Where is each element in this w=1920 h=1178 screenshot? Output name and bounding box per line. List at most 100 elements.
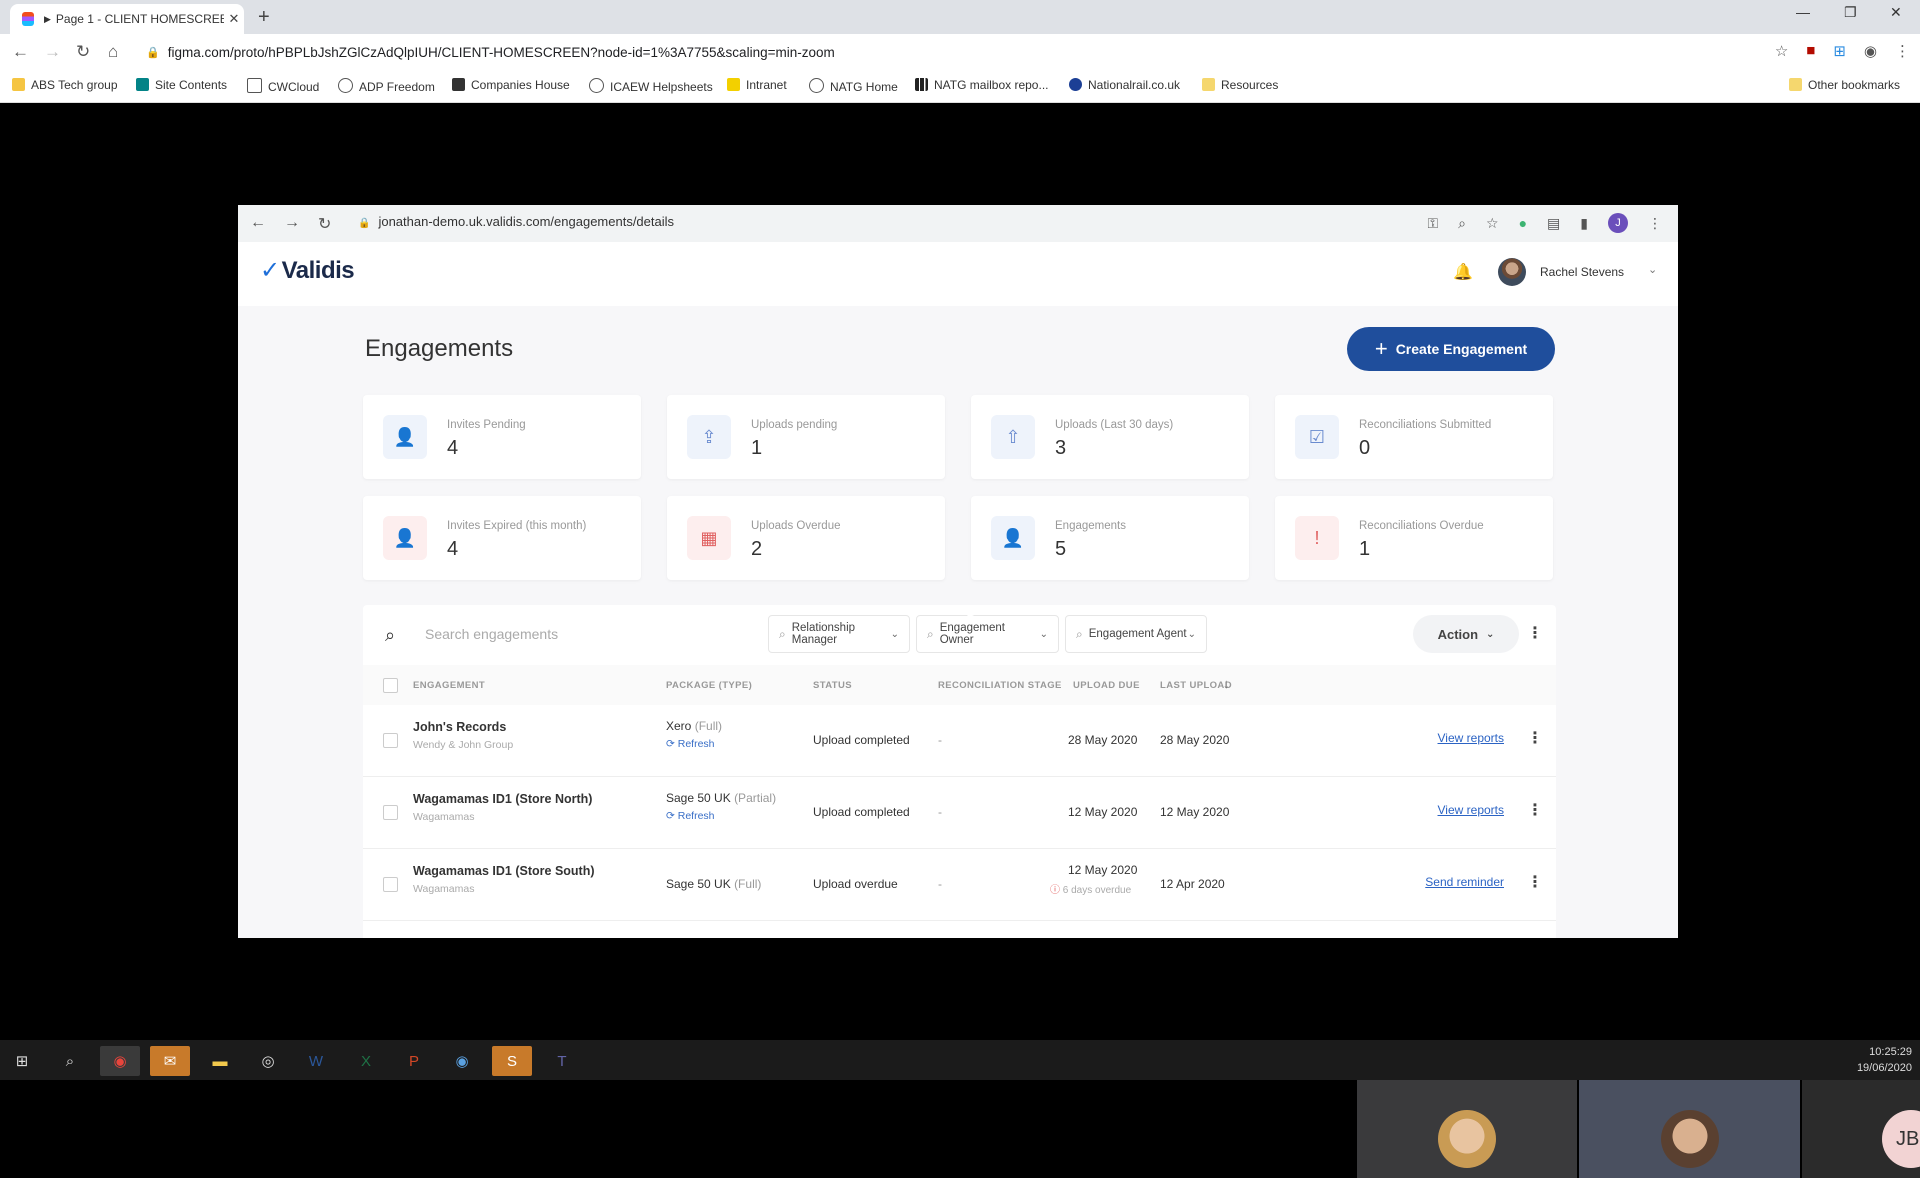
validis-logo[interactable]: ✓Validis [260,256,355,285]
forward-icon[interactable]: → [44,42,61,62]
engagement-name[interactable]: Wagamamas ID1 (Store South) [413,864,595,878]
key-icon[interactable]: ⚿ [1428,215,1439,232]
omnibox[interactable]: 🔒 figma.com/proto/hPBPLbJshZGlCzAdQlpIUH… [140,38,1760,66]
bookmark-item[interactable]: Companies House [452,78,570,92]
browser-tab[interactable]: ▶ Page 1 - CLIENT HOMESCREEN ✕ [10,4,244,34]
bookmark-item[interactable]: ICAEW Helpsheets [589,78,713,94]
zoom-icon[interactable]: ⌕ [1458,215,1466,232]
bookmark-item[interactable]: ADP Freedom [338,78,435,94]
stat-card[interactable]: ▦ Uploads Overdue 2 [667,496,945,580]
bookmark-star-icon[interactable]: ☆ [1775,42,1788,60]
stat-card[interactable]: 👤 Invites Expired (this month) 4 [363,496,641,580]
row-action-link[interactable]: Send reminder [1425,875,1504,889]
participant-initials-tile[interactable]: JB [1802,1080,1920,1178]
new-tab-button[interactable]: + [258,6,270,29]
start-icon[interactable]: ⊞ [2,1046,42,1076]
notification-bell-icon[interactable]: 🔔 [1453,262,1473,282]
tab-close-icon[interactable]: ✕ [224,11,244,27]
stat-card[interactable]: ☑ Reconciliations Submitted 0 [1275,395,1553,479]
row-action-link[interactable]: View reports [1438,803,1504,817]
excel-icon[interactable]: X [346,1046,386,1076]
row-checkbox[interactable] [383,733,398,748]
taskbar-search-icon[interactable]: ⌕ [50,1046,90,1076]
powerpoint-icon[interactable]: P [394,1046,434,1076]
window-close-icon[interactable]: ✕ [1890,4,1902,21]
inner-forward-icon[interactable]: → [284,214,300,232]
table-row[interactable]: Wagamamas ID1 (Store North) Wagamamas Sage… [363,777,1556,849]
bookmark-item[interactable]: NATG Home [809,78,898,94]
menu-kebab-icon[interactable]: ⋮ [1895,42,1910,60]
column-header-status[interactable]: STATUS [813,680,852,691]
other-bookmarks[interactable]: Other bookmarks [1789,78,1900,92]
skype-icon[interactable]: S [492,1046,532,1076]
row-more-icon[interactable]: ⋮ [1527,728,1543,748]
user-name[interactable]: Rachel Stevens [1540,265,1624,279]
inner-back-icon[interactable]: ← [250,214,266,232]
column-header-upload-due[interactable]: UPLOAD DUE [1073,680,1140,691]
participant-video-tile[interactable] [1579,1080,1800,1178]
chrome-alt-icon[interactable]: ◉ [442,1046,482,1076]
word-icon[interactable]: W [296,1046,336,1076]
acrobat-extension-icon[interactable]: ■ [1806,42,1815,60]
reload-icon[interactable]: ↻ [76,42,90,62]
stat-card[interactable]: ⇧ Uploads (Last 30 days) 3 [971,395,1249,479]
column-header-last-upload[interactable]: LAST UPLOAD [1160,680,1232,691]
bookmark-item[interactable]: Nationalrail.co.uk [1069,78,1180,92]
inner-star-icon[interactable]: ☆ [1486,215,1499,232]
table-more-icon[interactable]: ⋮ [1527,623,1543,643]
column-header-engagement[interactable]: ENGAGEMENT [413,680,485,691]
engagement-agent-filter[interactable]: ⌕ Engagement Agent ⌄ [1065,615,1207,653]
column-header-reconciliation-stage[interactable]: RECONCILIATION STAGE [938,680,1062,691]
engagement-owner-filter[interactable]: ⌕ Engagement Owner ⌄ [916,615,1059,653]
system-clock[interactable]: 10:25:29 19/06/2020 [1857,1044,1912,1076]
file-explorer-icon[interactable]: ▬ [200,1046,240,1076]
inner-reload-icon[interactable]: ↻ [318,214,331,234]
table-row[interactable]: Wagamamas ID1 (Store South) Wagamamas Sage… [363,849,1556,921]
engagement-name[interactable]: Wagamamas ID1 (Store North) [413,792,592,806]
reader-icon[interactable]: ▤ [1547,215,1560,232]
stat-card[interactable]: ! Reconciliations Overdue 1 [1275,496,1553,580]
chrome-icon[interactable]: ◉ [100,1046,140,1076]
back-icon[interactable]: ← [12,42,29,62]
sort-arrow-down-icon[interactable]: ↓ [1223,676,1230,691]
outlook-icon[interactable]: ✉ [150,1046,190,1076]
column-header-package[interactable]: PACKAGE (TYPE) [666,680,752,691]
row-action-link[interactable]: View reports [1438,731,1504,745]
extension-green-icon[interactable]: ● [1519,215,1527,231]
minimize-icon[interactable]: — [1796,4,1810,20]
select-all-checkbox[interactable] [383,678,398,693]
bookmark-icon[interactable]: ▮ [1580,215,1588,232]
row-checkbox[interactable] [383,877,398,892]
relationship-manager-filter[interactable]: ⌕ Relationship Manager ⌄ [768,615,910,653]
bookmark-item[interactable]: ABS Tech group [12,78,118,92]
bookmark-item[interactable]: Site Contents [136,78,227,92]
row-checkbox[interactable] [383,805,398,820]
bookmark-item[interactable]: Intranet [727,78,787,92]
action-button[interactable]: Action ⌄ [1413,615,1519,653]
bookmark-item[interactable]: CWCloud [247,78,319,94]
stat-card[interactable]: 👤 Invites Pending 4 [363,395,641,479]
restore-icon[interactable]: ❐ [1844,4,1857,21]
inner-menu-icon[interactable]: ⋮ [1648,215,1662,232]
bookmark-item[interactable]: NATG mailbox repo... [915,78,1048,92]
app-circle-icon[interactable]: ◎ [248,1046,288,1076]
avatar[interactable] [1498,258,1526,286]
user-menu-chevron-icon[interactable]: ⌄ [1648,263,1657,276]
inner-profile-avatar[interactable]: J [1608,213,1628,233]
participant-video-tile[interactable] [1357,1080,1577,1178]
refresh-link[interactable]: ⟳ Refresh [666,738,715,750]
profile-icon[interactable]: ◉ [1864,42,1877,60]
engagement-name[interactable]: John's Records [413,720,506,734]
row-more-icon[interactable]: ⋮ [1527,872,1543,892]
stat-card[interactable]: ⇪ Uploads pending 1 [667,395,945,479]
row-more-icon[interactable]: ⋮ [1527,800,1543,820]
search-input[interactable] [423,625,727,643]
inner-url[interactable]: 🔒 jonathan-demo.uk.validis.com/engagement… [358,214,674,229]
windows-extension-icon[interactable]: ⊞ [1833,42,1846,60]
home-icon[interactable]: ⌂ [108,42,118,62]
refresh-link[interactable]: ⟳ Refresh [666,810,715,822]
create-engagement-button[interactable]: + Create Engagement [1347,327,1555,371]
bookmark-item[interactable]: Resources [1202,78,1278,92]
teams-icon[interactable]: T [542,1046,582,1076]
table-row[interactable]: John's Records Wendy & John Group Xero (Fu… [363,705,1556,777]
